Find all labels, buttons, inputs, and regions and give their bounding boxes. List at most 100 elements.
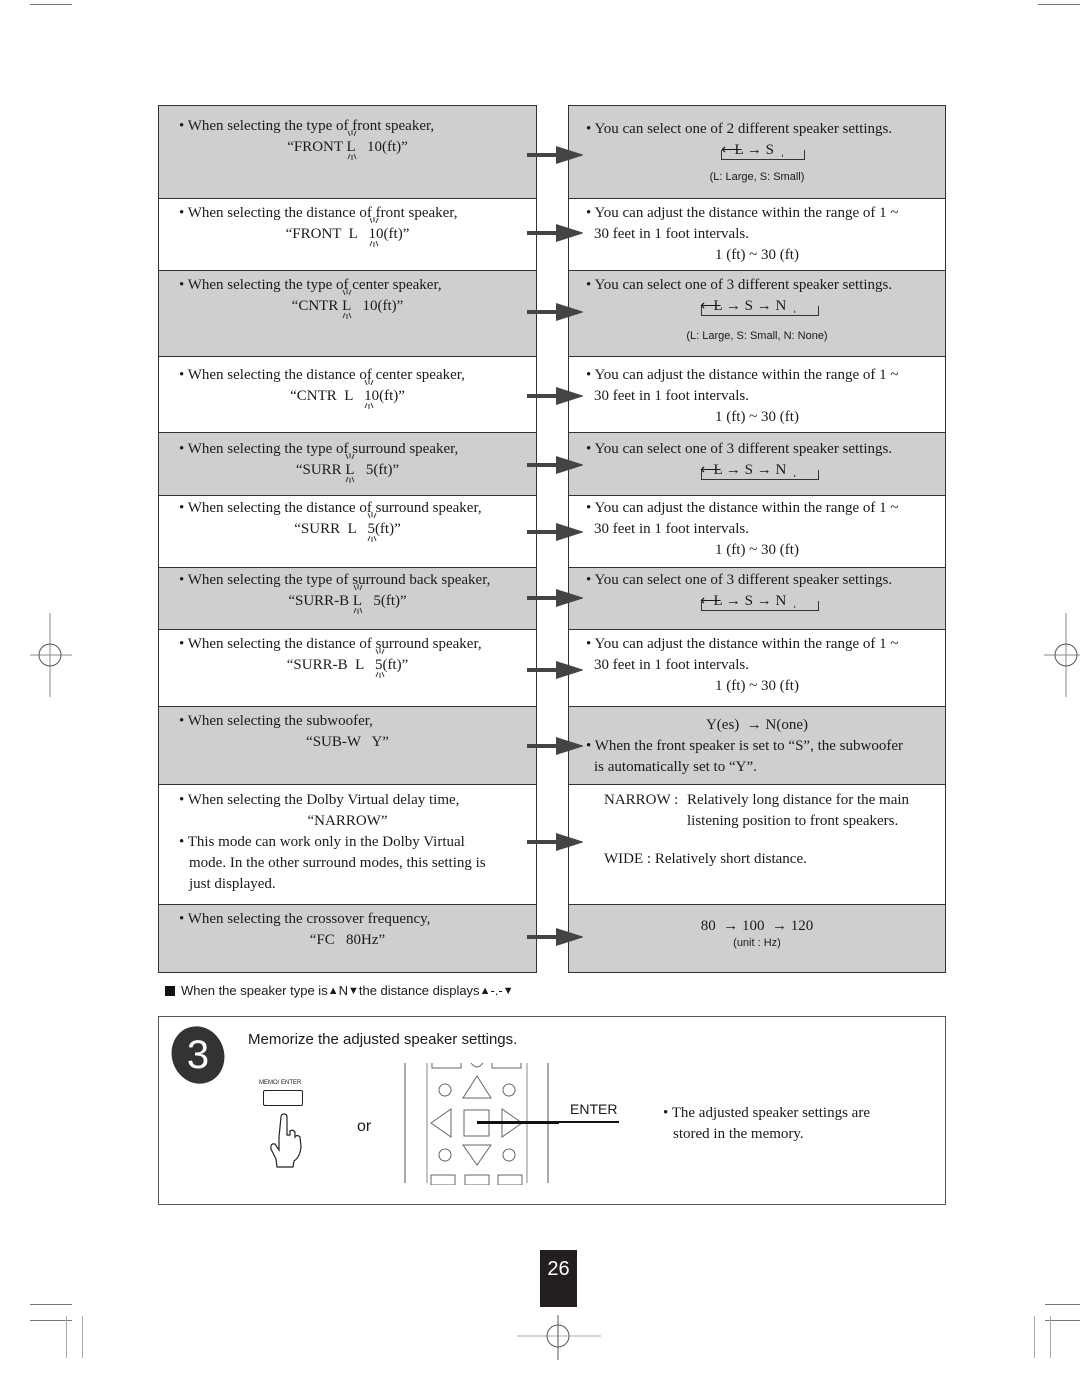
step-description: • The adjusted speaker settings are (663, 1105, 870, 1121)
triangle-up-icon: ▲ (327, 984, 339, 997)
right-row-crossover: 80 → 100 → 120 (unit : Hz) (568, 904, 946, 973)
left-row-center-distance: • When selecting the distance of center … (158, 356, 537, 433)
blinking-value: L (345, 453, 355, 483)
flow-arrow-icon (527, 387, 583, 405)
left-row-surround-distance: • When selecting the distance of surroun… (158, 495, 537, 568)
legend-text: (L: Large, S: Small) (709, 171, 805, 183)
left-row-subwoofer: • When selecting the subwoofer, “SUB-W Y… (158, 706, 537, 785)
row-description: • When selecting the type of surround sp… (179, 441, 459, 457)
registration-mark (30, 613, 72, 697)
cycle-diagram: ⟵L → S → Nˌ (700, 591, 819, 611)
row-description: • When selecting the distance of surroun… (179, 500, 482, 516)
right-row-subwoofer: Y(es) → N(one) • When the front speaker … (568, 706, 946, 785)
row-info: • You can adjust the distance within the… (586, 636, 899, 652)
memo-enter-button[interactable] (263, 1090, 303, 1106)
left-row-center-type: • When selecting the type of center spea… (158, 270, 537, 357)
square-bullet-icon (165, 985, 175, 996)
flow-arrow-icon (527, 737, 583, 755)
crop-mark (1038, 4, 1080, 5)
row-info: 30 feet in 1 foot intervals. (594, 388, 749, 404)
left-row-surround-back-distance: • When selecting the distance of surroun… (158, 629, 537, 707)
crop-mark (1045, 1304, 1080, 1305)
blinking-value: L (353, 584, 363, 614)
row-info: • You can select one of 3 different spea… (586, 572, 893, 588)
remote-control-illustration (404, 1063, 559, 1185)
row-description: • When selecting the type of surround ba… (179, 572, 491, 588)
display-readout: “CNTR L 10(ft)” (159, 379, 536, 409)
triangle-down-icon: ▼ (502, 984, 514, 997)
display-readout: “SURR-B L 5(ft)” (159, 648, 536, 678)
right-row-surround-type: • You can select one of 3 different spea… (568, 432, 946, 496)
cycle-diagram: Y(es) → N(one) (705, 717, 809, 733)
flow-arrow-icon (527, 833, 583, 851)
blinking-value: 5 (375, 648, 385, 678)
row-description: • When selecting the type of front speak… (179, 118, 435, 134)
memo-enter-label: MEMO/ ENTER (259, 1080, 302, 1086)
row-info: • You can select one of 2 different spea… (586, 121, 893, 137)
row-info: is automatically set to “Y”. (594, 759, 757, 775)
display-readout: “NARROW” (307, 813, 388, 829)
left-row-surround-back-type: • When selecting the type of surround ba… (158, 567, 537, 630)
row-info: 30 feet in 1 foot intervals. (594, 521, 749, 537)
cycle-diagram: 80 → 100 → 120 (700, 918, 814, 934)
row-info: • You can select one of 3 different spea… (586, 277, 893, 293)
step-title: Memorize the adjusted speaker settings. (248, 1031, 518, 1048)
step-3-panel: 3 Memorize the adjusted speaker settings… (158, 1016, 946, 1205)
legend-text: (L: Large, S: Small, N: None) (686, 330, 828, 342)
crop-mark (66, 1316, 67, 1358)
flow-arrow-icon (527, 456, 583, 474)
row-info: 30 feet in 1 foot intervals. (594, 657, 749, 673)
row-description: • When selecting the type of center spea… (179, 277, 442, 293)
triangle-down-icon: ▼ (347, 984, 359, 997)
flow-arrow-icon (527, 589, 583, 607)
row-info: 30 feet in 1 foot intervals. (594, 226, 749, 242)
range-text: 1 (ft) ~ 30 (ft) (715, 542, 799, 558)
crop-mark (30, 4, 72, 5)
page-number: 26 (540, 1250, 577, 1307)
row-info: • When the front speaker is set to “S”, … (586, 738, 903, 754)
enter-label: ENTER (570, 1101, 618, 1117)
narrow-description: listening position to front speakers. (687, 813, 899, 829)
row-note: mode. In the other surround modes, this … (189, 855, 486, 871)
blinking-value: 5 (367, 512, 377, 542)
display-readout: “SURR-B L 5(ft)” (159, 584, 536, 614)
left-row-dolby-virtual: • When selecting the Dolby Virtual delay… (158, 784, 537, 905)
row-info: • You can select one of 3 different spea… (586, 441, 893, 457)
flow-arrow-icon (527, 523, 583, 541)
pressing-hand-icon (270, 1113, 302, 1168)
blinking-value: 10 (369, 217, 384, 247)
left-row-front-type: • When selecting the type of front speak… (158, 105, 537, 199)
right-row-dolby-virtual: NARROW : Relatively long distance for th… (568, 784, 946, 905)
crop-mark (82, 1316, 83, 1358)
display-readout: “SURR L 5(ft)” (159, 453, 536, 483)
right-row-surround-distance: • You can adjust the distance within the… (568, 495, 946, 568)
right-row-front-distance: • You can adjust the distance within the… (568, 198, 946, 271)
cycle-diagram: ⟵L → Sˌ (721, 140, 805, 160)
right-row-front-type: • You can select one of 2 different spea… (568, 105, 946, 199)
range-text: 1 (ft) ~ 30 (ft) (715, 409, 799, 425)
row-info: • You can adjust the distance within the… (586, 500, 899, 516)
row-info: • You can adjust the distance within the… (586, 205, 899, 221)
left-row-surround-type: • When selecting the type of surround sp… (158, 432, 537, 496)
range-text: 1 (ft) ~ 30 (ft) (715, 678, 799, 694)
registration-mark (517, 1315, 601, 1360)
row-info: • You can adjust the distance within the… (586, 367, 899, 383)
display-readout: “SUB-W Y” (306, 734, 389, 750)
flow-arrow-icon (527, 303, 583, 321)
row-note: • This mode can work only in the Dolby V… (179, 834, 465, 850)
right-row-surround-back-type: • You can select one of 3 different spea… (568, 567, 946, 630)
triangle-up-icon: ▲ (479, 984, 491, 997)
right-row-center-distance: • You can adjust the distance within the… (568, 356, 946, 433)
flow-arrow-icon (527, 928, 583, 946)
crop-mark (30, 1304, 72, 1305)
registration-mark (1044, 613, 1080, 697)
display-readout: “FC 80Hz” (309, 932, 386, 948)
flow-arrow-icon (527, 146, 583, 164)
or-label: or (357, 1118, 372, 1135)
blinking-value: L (342, 289, 352, 319)
row-description: • When selecting the crossover frequency… (179, 911, 431, 927)
crop-mark (1050, 1316, 1051, 1358)
row-description: • When selecting the distance of center … (179, 367, 465, 383)
flow-arrow-icon (527, 661, 583, 679)
unit-text: (unit : Hz) (733, 937, 781, 949)
